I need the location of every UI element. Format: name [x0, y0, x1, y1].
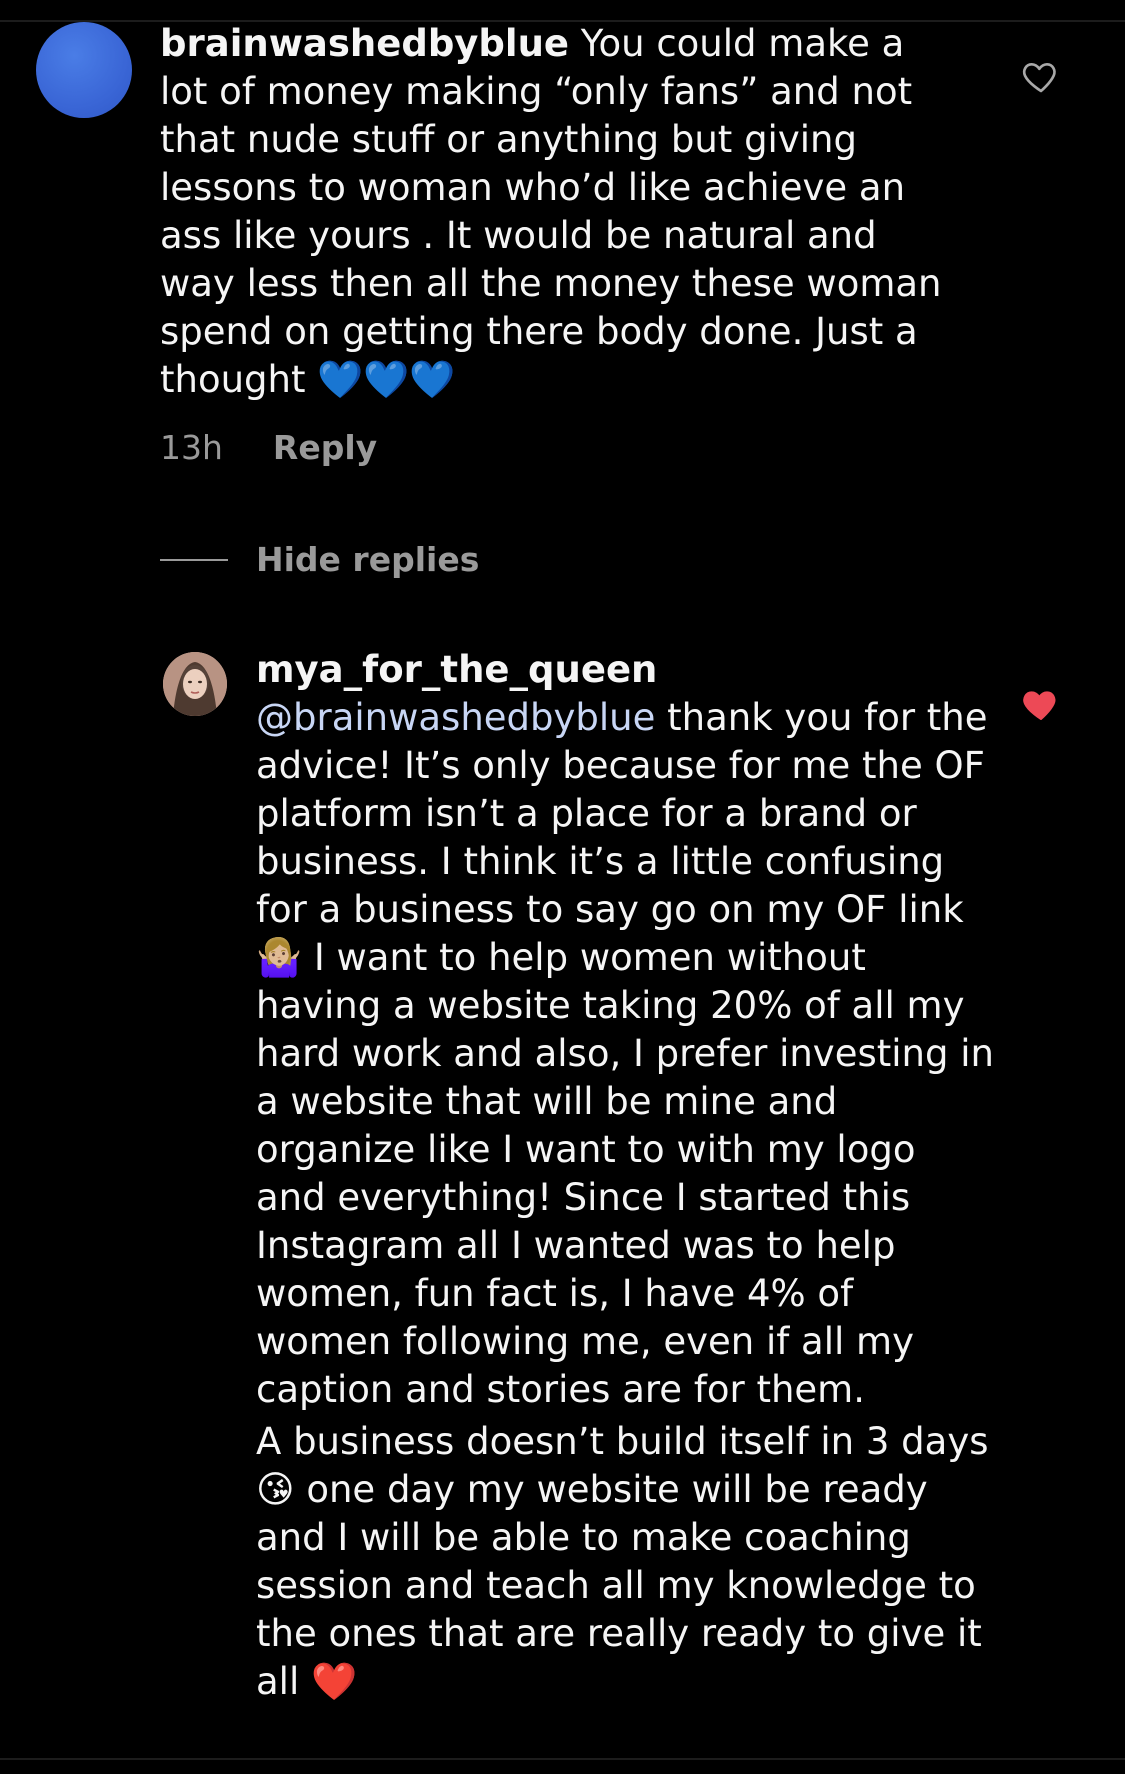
reply-comment: mya_for_the_queen @brainwashedbyblue tha… [256, 646, 996, 1706]
reply-text-2: I want to help women without having a we… [256, 936, 994, 1411]
reply-avatar[interactable] [163, 652, 227, 716]
hide-replies-line [160, 558, 228, 561]
hide-replies-label: Hide replies [256, 540, 480, 579]
shrug-emoji: 🤷🏼‍♀️ [256, 936, 303, 979]
avatar[interactable] [36, 22, 132, 118]
reply-paragraph-2: A business doesn’t build itself in 3 day… [256, 1418, 996, 1706]
reply-text-3: A business doesn’t build itself in 3 day… [256, 1420, 989, 1463]
reply-username[interactable]: mya_for_the_queen [256, 646, 996, 694]
comment-body: You could make a lot of money making “on… [160, 22, 942, 401]
comment-timestamp: 13h [160, 428, 223, 467]
reply-text-4: one day my website will be ready and I w… [256, 1468, 982, 1703]
comment-username[interactable]: brainwashedbyblue [160, 22, 569, 65]
reply-paragraph-1: @brainwashedbyblue thank you for the adv… [256, 694, 996, 1414]
kiss-emoji: 😘 [256, 1468, 295, 1511]
reply-button[interactable]: Reply [273, 428, 377, 467]
red-heart-emoji: ❤️ [311, 1660, 358, 1703]
profile-photo-icon [163, 652, 227, 716]
heart-filled-icon[interactable] [1021, 684, 1061, 724]
hide-replies-button[interactable]: Hide replies [160, 540, 479, 579]
heart-outline-icon[interactable] [1021, 56, 1061, 96]
mention-link[interactable]: @brainwashedbyblue [256, 696, 655, 739]
comment-text: brainwashedbyblue You could make a lot o… [160, 20, 960, 404]
blue-hearts-emoji: 💙💙💙 [317, 358, 456, 401]
comment-meta: 13h Reply [160, 428, 377, 467]
bottom-divider [0, 1758, 1125, 1760]
